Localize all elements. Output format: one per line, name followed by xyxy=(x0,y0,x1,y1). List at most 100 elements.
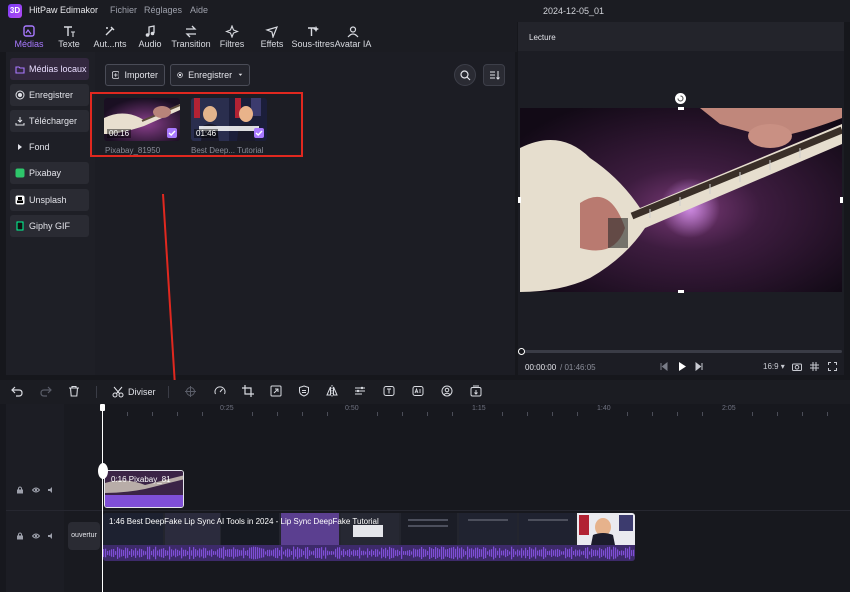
aspect-ratio-select[interactable]: 16:9 ▾ xyxy=(763,362,785,371)
pixabay-icon xyxy=(15,168,25,178)
speed-icon[interactable] xyxy=(214,385,226,397)
track-names xyxy=(64,404,102,592)
media-thumbnail-deepfake[interactable]: 01:46 xyxy=(191,98,267,141)
track-cover-label[interactable]: ouvertur xyxy=(68,522,100,550)
delete-icon[interactable] xyxy=(68,385,80,397)
preview-scrub-bar[interactable] xyxy=(522,350,842,353)
track-lock-icon[interactable] xyxy=(16,532,24,540)
sidebar-item-enregistrer[interactable]: Enregistrer xyxy=(10,84,89,106)
ruler-tick xyxy=(702,412,703,416)
preview-video-frame[interactable] xyxy=(520,108,842,292)
download-icon xyxy=(15,116,25,126)
checkbox-checked-icon[interactable] xyxy=(254,128,264,138)
tab-auto[interactable]: Aut...nts xyxy=(88,22,132,52)
auto-icon xyxy=(105,26,115,36)
tab-label: Sous-titres xyxy=(291,39,335,49)
track-visibility-icon[interactable] xyxy=(32,532,40,540)
sidebar-item-pixabay[interactable]: Pixabay xyxy=(10,162,89,184)
menu-aide[interactable]: Aide xyxy=(190,5,208,15)
playhead-knob[interactable] xyxy=(98,463,108,479)
tab-transition[interactable]: Transition xyxy=(169,22,213,52)
app-logo: 3D xyxy=(8,4,22,18)
ruler-tick xyxy=(652,412,653,416)
timeline-clip-pixabay[interactable]: 0:16 Pixabay_81 xyxy=(104,470,184,508)
split-button[interactable]: Diviser xyxy=(112,384,156,400)
freeze-frame-icon[interactable] xyxy=(270,385,282,397)
resize-handle-left[interactable] xyxy=(518,197,521,203)
tab-audio[interactable]: Audio xyxy=(128,22,172,52)
menu-fichier[interactable]: Fichier xyxy=(110,5,137,15)
sort-icon xyxy=(489,71,500,80)
ruler-tick xyxy=(827,412,828,416)
ruler-tick xyxy=(777,412,778,416)
grid-icon[interactable] xyxy=(810,362,819,371)
folder-icon xyxy=(15,64,25,74)
record-dropdown-button[interactable]: Enregistrer xyxy=(170,64,250,86)
sidebar-item-giphy[interactable]: Giphy GIF xyxy=(10,215,89,237)
track-lock-icon[interactable] xyxy=(16,486,24,494)
track-visibility-icon[interactable] xyxy=(32,486,40,494)
camera-icon[interactable] xyxy=(792,362,802,371)
sidebar-item-fond[interactable]: Fond xyxy=(10,136,89,158)
tab-sous-titres[interactable]: Sous-titres xyxy=(291,22,335,52)
undo-icon[interactable] xyxy=(11,386,23,397)
resize-handle-right[interactable] xyxy=(840,197,843,203)
tab-medias[interactable]: Médias xyxy=(7,22,51,52)
track-headers xyxy=(6,404,64,592)
checkbox-checked-icon[interactable] xyxy=(167,128,177,138)
rotate-handle[interactable] xyxy=(675,93,686,104)
text-to-speech-icon[interactable] xyxy=(383,385,395,397)
crosshair-icon[interactable] xyxy=(185,386,196,397)
tab-filtres[interactable]: Filtres xyxy=(210,22,254,52)
sidebar-item-label: Fond xyxy=(29,142,50,152)
tab-texte[interactable]: Texte xyxy=(47,22,91,52)
toolbar-divider xyxy=(168,386,169,398)
adjust-icon[interactable] xyxy=(354,385,366,397)
import-button[interactable]: Importer xyxy=(105,64,165,86)
sidebar-item-telecharger[interactable]: Télécharger xyxy=(10,110,89,132)
tab-effets[interactable]: Effets xyxy=(250,22,294,52)
tab-label: Transition xyxy=(171,39,211,49)
crop-icon[interactable] xyxy=(242,385,254,397)
shield-icon[interactable] xyxy=(298,385,310,397)
ai-icon[interactable] xyxy=(412,385,424,397)
mirror-icon[interactable] xyxy=(326,385,338,397)
ruler-tick xyxy=(252,412,253,416)
avatar-icon xyxy=(347,26,359,38)
ruler-tick xyxy=(502,412,503,416)
tab-avatar-ia[interactable]: Avatar IA xyxy=(331,22,375,52)
sidebar-item-medias-locaux[interactable]: Médias locaux xyxy=(10,58,89,80)
export-frame-icon[interactable] xyxy=(470,385,482,397)
resize-handle-top[interactable] xyxy=(678,107,684,110)
ruler-tick xyxy=(627,412,628,416)
playhead-handle[interactable] xyxy=(100,404,105,411)
prev-frame-icon[interactable] xyxy=(659,362,668,371)
tab-label: Médias xyxy=(14,39,44,49)
play-icon[interactable] xyxy=(677,361,687,372)
scissors-icon xyxy=(112,386,124,398)
search-button[interactable] xyxy=(454,64,476,86)
track-audio-icon[interactable] xyxy=(47,532,55,540)
ruler-tick xyxy=(577,412,578,416)
timeline-clip-deepfake[interactable]: 1:46 Best DeepFake Lip Sync AI Tools in … xyxy=(103,513,635,561)
preview-title: Lecture xyxy=(529,33,556,42)
redo-icon[interactable] xyxy=(40,386,52,397)
sort-button[interactable] xyxy=(483,64,505,86)
media-thumbnail-pixabay[interactable]: 00:16 xyxy=(104,98,180,141)
next-frame-icon[interactable] xyxy=(695,362,704,371)
fullscreen-icon[interactable] xyxy=(828,362,837,371)
face-icon[interactable] xyxy=(441,385,453,397)
clip-label: 1:46 Best DeepFake Lip Sync AI Tools in … xyxy=(109,517,379,526)
resize-handle-bottom[interactable] xyxy=(678,290,684,293)
playhead[interactable] xyxy=(102,408,103,592)
scrub-handle[interactable] xyxy=(518,348,525,355)
ruler-label: 0:50 xyxy=(345,405,359,412)
track-audio-icon[interactable] xyxy=(47,486,55,494)
ruler-tick xyxy=(752,412,753,416)
subtitle-icon xyxy=(308,26,319,36)
sidebar-item-unsplash[interactable]: Unsplash xyxy=(10,189,89,211)
document-title: 2024-12-05_01 xyxy=(543,6,605,16)
menu-reglages[interactable]: Réglages xyxy=(144,5,182,15)
main-toolbar: Médias Texte Aut...nts Audio Transition … xyxy=(0,22,517,52)
ruler-tick xyxy=(202,412,203,416)
